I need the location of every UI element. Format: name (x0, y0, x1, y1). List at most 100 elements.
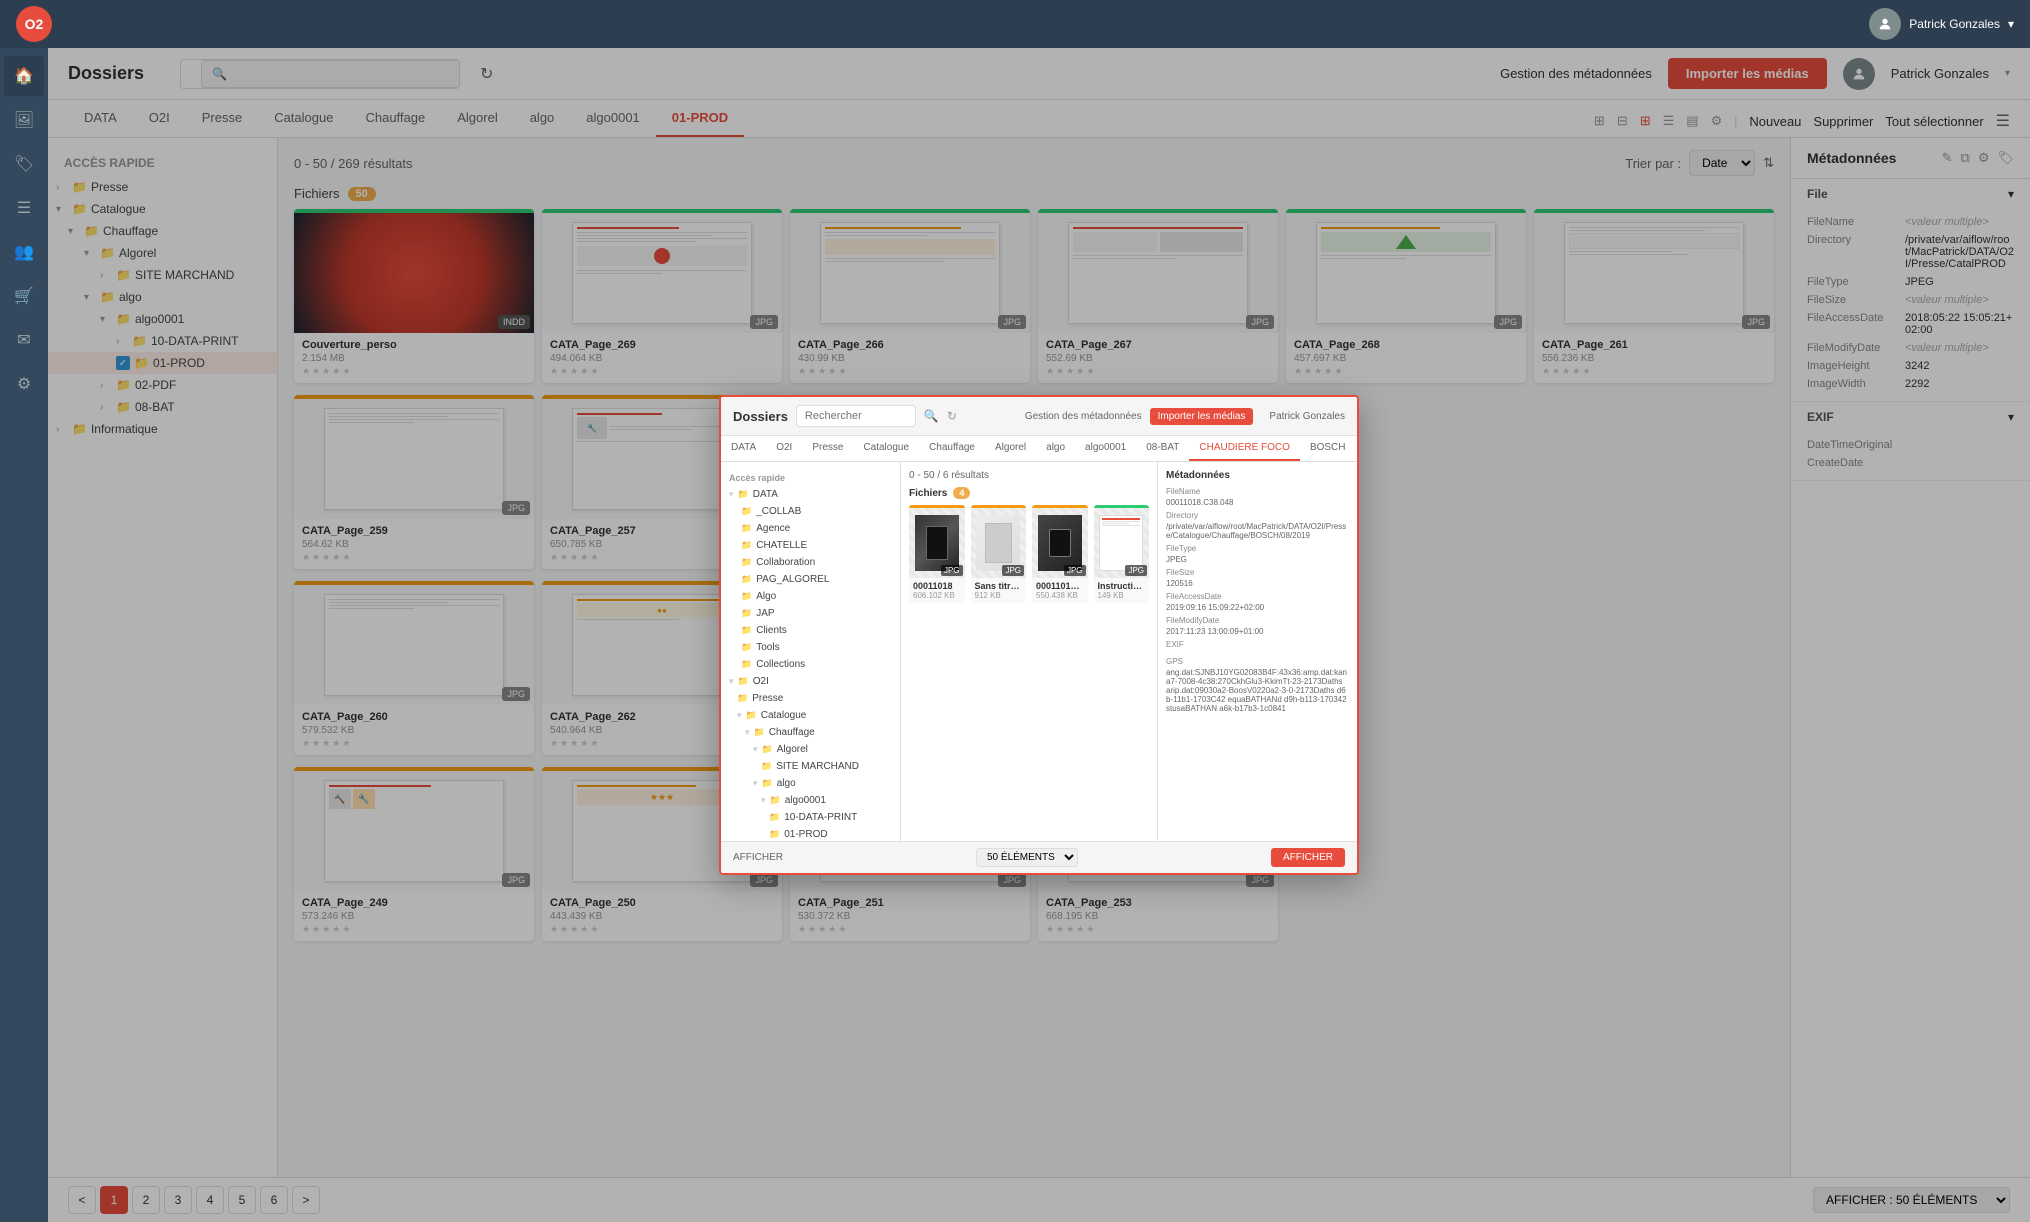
popup-meta-gps-val: ang.dat:SJNBJ10YG02083B4F:43x36:amp.dat:… (1166, 668, 1349, 713)
popup-file-00011018C34[interactable]: JPG 00011018_C34 550.438 KB (1032, 505, 1088, 603)
popup-name-sanstitre: Sans titre 5 (975, 581, 1023, 591)
popup-meta-filetype-key: FileType (1166, 544, 1349, 553)
popup-name-00011018: 00011018 (913, 581, 961, 591)
sidebar-icon-image[interactable]: 🖼 (4, 100, 44, 140)
popup-tree-Tools[interactable]: 📁 Tools (721, 639, 900, 656)
popup-files-label: Fichiers (909, 488, 947, 499)
popup-file-00011018[interactable]: JPG 00011018 606.102 KB (909, 505, 965, 603)
popup-files-grid: JPG 00011018 606.102 KB JPG (909, 505, 1149, 603)
popup-tabs: DATA O2I Presse Catalogue Chauffage Algo… (721, 436, 1357, 462)
popup-badge-sanstitre: JPG (1002, 565, 1024, 576)
popup-name-instructions: Instructions (1098, 581, 1146, 591)
logo-icon: O2 (16, 6, 52, 42)
popup-meta-panel: Métadonnées FileName 00011018.C38.048 Di… (1157, 462, 1357, 841)
popup-content: 0 - 50 / 6 résultats Fichiers 4 JPG (901, 462, 1157, 841)
popup-tab-Presse[interactable]: Presse (802, 436, 853, 461)
popup-size-sanstitre: 912 KB (975, 591, 1023, 600)
popup-tree-O2I[interactable]: ▾📁 O2I (721, 673, 900, 690)
popup-tree-COLLAB[interactable]: 📁 _COLLAB (721, 503, 900, 520)
popup-username: Patrick Gonzales (1269, 411, 1345, 422)
popup-import-button[interactable]: Importer les médias (1150, 408, 1254, 425)
popup-meta-exif-section: EXIF (1166, 640, 1349, 649)
popup-size-00011018C34: 550.438 KB (1036, 591, 1084, 600)
popup-tree-01PROD[interactable]: 📁 01-PROD (721, 826, 900, 841)
popup-per-page: AFFICHER (733, 852, 783, 863)
popup-meta-filename-key: FileName (1166, 487, 1349, 496)
top-nav-right: Patrick Gonzales ▾ (1869, 8, 2014, 40)
popup-tree-Collaboration[interactable]: 📁 Collaboration (721, 554, 900, 571)
sidebar-icon-mail[interactable]: ✉ (4, 320, 44, 360)
popup-meta-directory-val: /private/var/aiflow/root/MacPatrick/DATA… (1166, 522, 1349, 540)
popup-tree-accesrapide: Accès rapide (721, 470, 900, 486)
popup-meta-filetype-val: JPEG (1166, 555, 1349, 564)
popup-meta-directory-key: Directory (1166, 511, 1349, 520)
popup-tree-Algo[interactable]: 📁 Algo (721, 588, 900, 605)
popup-tab-CHAUDIERE[interactable]: CHAUDIERE FOCO (1189, 436, 1300, 461)
popup-meta-modifydate-val: 2017:11:23 13:00:09+01:00 (1166, 627, 1349, 636)
sidebar-icon-list[interactable]: ☰ (4, 188, 44, 228)
popup-bottom: AFFICHER 50 ÉLÉMENTS 25 ÉLÉMENTS AFFICHE… (721, 841, 1357, 873)
popup-meta-filesize-val: 120516 (1166, 579, 1349, 588)
popup-file-instructions[interactable]: JPG Instructions 149 KB (1094, 505, 1150, 603)
top-nav-chevron: ▾ (2008, 17, 2014, 31)
top-nav: O2 Patrick Gonzales ▾ (0, 0, 2030, 48)
popup-tab-BOSCH[interactable]: BOSCH (1300, 436, 1356, 461)
popup-tree-algo0001[interactable]: ▾📁 algo0001 (721, 792, 900, 809)
popup-tree-algo[interactable]: ▾📁 algo (721, 775, 900, 792)
popup-window: Dossiers 🔍 ↻ Gestion des métadonnées Imp… (719, 395, 1359, 875)
popup-badge-00011018: JPG (941, 565, 963, 576)
popup-tree-SITEMARCHAND[interactable]: 📁 SITE MARCHAND (721, 758, 900, 775)
sidebar-icon-home[interactable]: 🏠 (4, 56, 44, 96)
popup-refresh-icon[interactable]: ↻ (947, 409, 957, 423)
popup-tab-08BAT[interactable]: 08-BAT (1136, 436, 1189, 461)
popup-tab-algo0001[interactable]: algo0001 (1075, 436, 1136, 461)
popup-size-00011018: 606.102 KB (913, 591, 961, 600)
popup-tree-Agence[interactable]: 📁 Agence (721, 520, 900, 537)
popup-tree-DATA[interactable]: ▾📁 DATA (721, 486, 900, 503)
popup-meta-gps-key: GPS (1166, 657, 1349, 666)
popup-toolbar: Dossiers 🔍 ↻ Gestion des métadonnées Imp… (721, 397, 1357, 436)
popup-meta-accessdate-val: 2019:09:16 15:09:22+02:00 (1166, 603, 1349, 612)
popup-title: Dossiers (733, 409, 788, 424)
popup-search[interactable] (796, 405, 916, 427)
popup-tab-Algorel[interactable]: Algorel (985, 436, 1036, 461)
popup-tab-algo[interactable]: algo (1036, 436, 1075, 461)
popup-tree-Algorel[interactable]: ▾📁 Algorel (721, 741, 900, 758)
popup-tree-10DATA[interactable]: 📁 10-DATA-PRINT (721, 809, 900, 826)
popup-tab-DATA[interactable]: DATA (721, 436, 766, 461)
popup-tree-CHATELLE[interactable]: 📁 CHATELLE (721, 537, 900, 554)
popup-show-button[interactable]: AFFICHER (1271, 848, 1345, 867)
popup-thumb-instructions: JPG (1094, 508, 1150, 578)
popup-tree-Chauffage[interactable]: ▾📁 Chauffage (721, 724, 900, 741)
sidebar-icon-tag[interactable]: 🏷 (4, 144, 44, 184)
popup-info-00011018: 00011018 606.102 KB (909, 578, 965, 603)
popup-meta-modifydate-key: FileModifyDate (1166, 616, 1349, 625)
popup-result-count: 0 - 50 / 6 résultats (909, 470, 1149, 481)
app-logo: O2 (16, 6, 52, 42)
popup-meta-label: Gestion des métadonnées (1025, 411, 1142, 422)
top-nav-username: Patrick Gonzales (1909, 17, 2000, 31)
sidebar-icon-cart[interactable]: 🛒 (4, 276, 44, 316)
popup-tab-Catalogue[interactable]: Catalogue (853, 436, 919, 461)
popup-tab-Chauffage[interactable]: Chauffage (919, 436, 985, 461)
popup-tree-Collections[interactable]: 📁 Collections (721, 656, 900, 673)
popup-info-00011018C34: 00011018_C34 550.438 KB (1032, 578, 1088, 603)
popup-search-icon[interactable]: 🔍 (924, 409, 939, 423)
popup-badge-00011018C34: JPG (1064, 565, 1086, 576)
popup-per-page-select[interactable]: 50 ÉLÉMENTS 25 ÉLÉMENTS (976, 848, 1078, 867)
popup-tree-Presse[interactable]: 📁 Presse (721, 690, 900, 707)
sidebar-icon-users[interactable]: 👥 (4, 232, 44, 272)
popup-files-count: 4 (953, 487, 970, 499)
popup-name-00011018C34: 00011018_C34 (1036, 581, 1084, 591)
popup-tab-082019[interactable]: 08/2019 (1356, 436, 1358, 461)
popup-tree-PAG[interactable]: 📁 PAG_ALGOREL (721, 571, 900, 588)
popup-badge-instructions: JPG (1125, 565, 1147, 576)
popup-tab-O2I[interactable]: O2I (766, 436, 802, 461)
popup-tree-Catalogue[interactable]: ▾📁 Catalogue (721, 707, 900, 724)
popup-thumb-sanstitre: JPG (971, 508, 1027, 578)
popup-file-sanstitre[interactable]: JPG Sans titre 5 912 KB (971, 505, 1027, 603)
popup-tree-Clients[interactable]: 📁 Clients (721, 622, 900, 639)
top-nav-user[interactable]: Patrick Gonzales ▾ (1869, 8, 2014, 40)
sidebar-icon-settings[interactable]: ⚙ (4, 364, 44, 404)
popup-tree-JAP[interactable]: 📁 JAP (721, 605, 900, 622)
